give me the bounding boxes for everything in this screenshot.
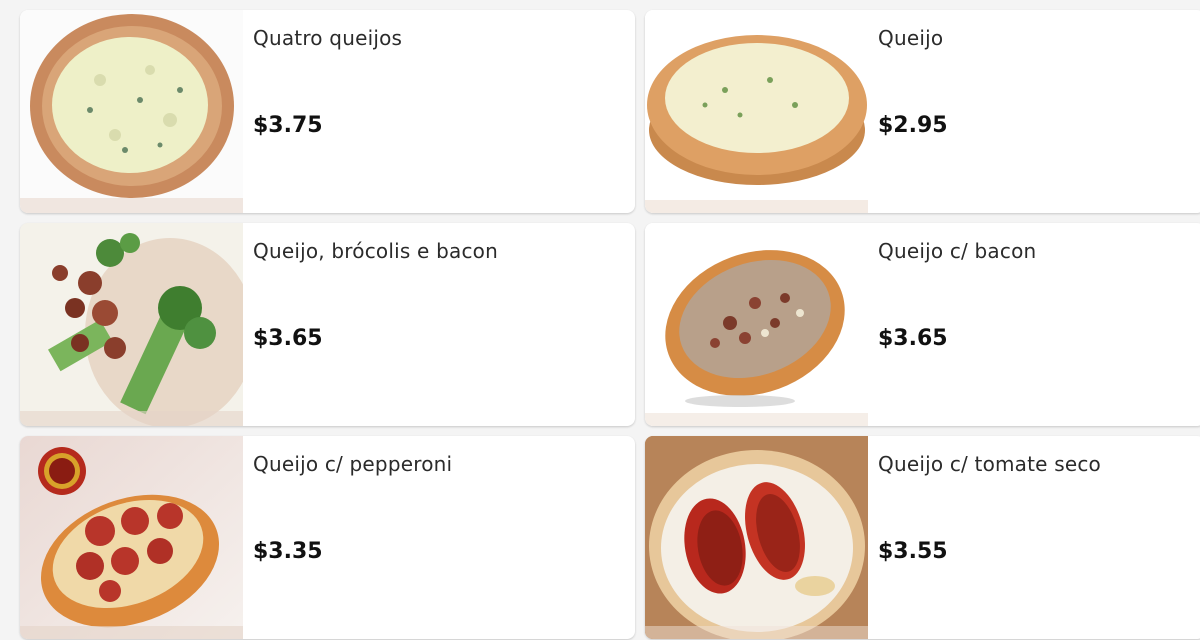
pizza-queijo-image	[645, 10, 868, 213]
pizza-tomate-seco-image	[645, 436, 868, 639]
menu-item-name: Queijo	[878, 26, 944, 50]
pizza-pepperoni-image	[20, 436, 243, 639]
menu-item-price: $3.65	[253, 326, 323, 351]
pizza-bacon-image	[645, 223, 868, 426]
menu-item-card[interactable]: Queijo, brócolis e bacon $3.65	[20, 223, 635, 426]
menu-item-price: $3.75	[253, 113, 323, 138]
menu-item-price: $3.55	[878, 539, 948, 564]
pizza-brocolis-bacon-image	[20, 223, 243, 426]
menu-grid: Quatro queijos $3.75 Queijo $2.95 Queijo…	[20, 10, 1200, 639]
menu-item-card[interactable]: Quatro queijos $3.75	[20, 10, 635, 213]
menu-item-price: $3.65	[878, 326, 948, 351]
menu-item-card[interactable]: Queijo c/ bacon $3.65	[645, 223, 1200, 426]
menu-item-name: Queijo, brócolis e bacon	[253, 239, 498, 263]
menu-item-price: $2.95	[878, 113, 948, 138]
menu-item-name: Queijo c/ tomate seco	[878, 452, 1101, 476]
menu-item-card[interactable]: Queijo c/ pepperoni $3.35	[20, 436, 635, 639]
pizza-quatro-queijos-image	[20, 10, 243, 213]
menu-item-name: Queijo c/ pepperoni	[253, 452, 453, 476]
menu-item-name: Quatro queijos	[253, 26, 403, 50]
menu-item-price: $3.35	[253, 539, 323, 564]
menu-item-card[interactable]: Queijo $2.95	[645, 10, 1200, 213]
menu-item-name: Queijo c/ bacon	[878, 239, 1037, 263]
menu-item-card[interactable]: Queijo c/ tomate seco $3.55	[645, 436, 1200, 639]
